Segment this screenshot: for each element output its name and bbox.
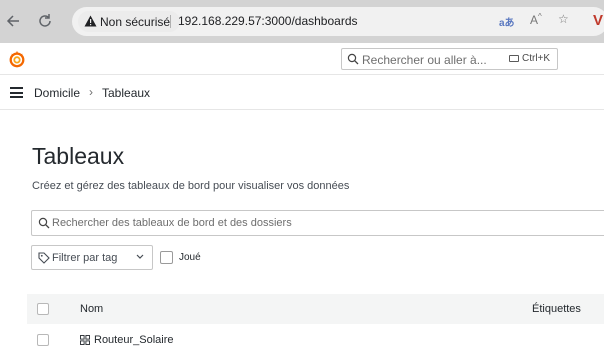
hamburger-menu-icon[interactable] xyxy=(10,87,23,98)
tag-filter-label: Filtrer par tag xyxy=(52,252,118,264)
back-button[interactable] xyxy=(2,10,24,32)
search-icon xyxy=(38,217,50,229)
keyboard-shortcut-hint: Ctrl+K xyxy=(509,53,550,64)
chevron-down-icon xyxy=(136,254,144,259)
security-label: Non sécurisé xyxy=(100,14,171,29)
table-row[interactable]: Routeur_Solaire xyxy=(27,328,604,349)
security-indicator[interactable]: Non sécurisé xyxy=(78,11,181,32)
dashboard-name-link[interactable]: Routeur_Solaire xyxy=(94,334,174,346)
search-placeholder: Rechercher ou aller à... xyxy=(362,53,487,67)
tag-icon xyxy=(38,252,50,264)
reload-icon xyxy=(39,14,51,27)
warning-icon xyxy=(84,15,97,27)
translate-icon[interactable]: aあ xyxy=(499,14,515,29)
breadcrumb-home[interactable]: Domicile xyxy=(34,86,80,100)
extension-icon[interactable]: V xyxy=(593,12,603,29)
row-checkbox[interactable] xyxy=(37,334,49,346)
table-header-row: Nom Étiquettes xyxy=(27,294,604,324)
dashboard-search-input[interactable]: Rechercher des tableaux de bord et des d… xyxy=(31,210,604,236)
select-all-checkbox[interactable] xyxy=(37,303,49,315)
starred-label: Joué xyxy=(179,252,201,263)
page-subtitle: Créez et gérez des tableaux de bord pour… xyxy=(32,180,350,192)
grafana-logo-icon[interactable] xyxy=(8,50,26,68)
address-divider xyxy=(170,15,171,28)
reload-button[interactable] xyxy=(34,10,56,32)
page-title: Tableaux xyxy=(32,143,125,169)
dashboard-search-placeholder: Rechercher des tableaux de bord et des d… xyxy=(52,217,292,229)
url-text[interactable]: 192.168.229.57:3000/dashboards xyxy=(178,14,358,28)
read-aloud-icon[interactable]: A^ xyxy=(530,12,542,27)
column-header-name[interactable]: Nom xyxy=(80,303,103,315)
dashboard-grid-icon xyxy=(80,335,90,345)
breadcrumb-bar: Domicile › Tableaux xyxy=(0,75,604,110)
breadcrumb-separator: › xyxy=(89,85,93,99)
favorite-star-icon[interactable]: ☆ xyxy=(558,12,569,26)
starred-checkbox[interactable] xyxy=(160,251,173,264)
global-search-input[interactable]: Rechercher ou aller à... Ctrl+K xyxy=(341,48,558,70)
back-arrow-icon xyxy=(6,15,19,27)
column-header-tags: Étiquettes xyxy=(532,303,581,315)
breadcrumb-current: Tableaux xyxy=(102,86,151,100)
shortcut-label: Ctrl+K xyxy=(522,53,551,64)
tag-filter-select[interactable]: Filtrer par tag xyxy=(31,245,153,270)
app-topbar: Rechercher ou aller à... Ctrl+K xyxy=(0,43,604,75)
search-icon xyxy=(347,53,359,65)
keyboard-icon xyxy=(509,55,519,62)
